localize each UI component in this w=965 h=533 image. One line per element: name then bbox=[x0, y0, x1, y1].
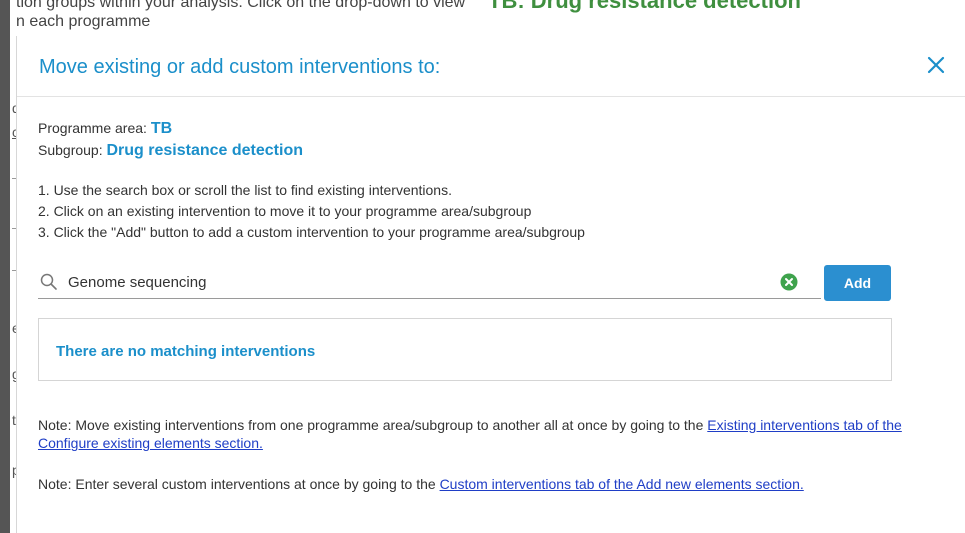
instruction-step-3: 3. Click the "Add" button to add a custo… bbox=[38, 224, 585, 240]
no-results-message: There are no matching interventions bbox=[56, 343, 316, 360]
subgroup-row: Subgroup: Drug resistance detection bbox=[38, 142, 303, 160]
modal-header: Move existing or add custom intervention… bbox=[17, 36, 965, 97]
programme-area-row: Programme area: TB bbox=[38, 120, 172, 138]
programme-area-label: Programme area: bbox=[38, 120, 147, 136]
note-custom: Note: Enter several custom interventions… bbox=[38, 475, 908, 493]
close-icon bbox=[927, 56, 945, 74]
note-existing-text: Note: Move existing interventions from o… bbox=[38, 417, 708, 433]
note-existing: Note: Move existing interventions from o… bbox=[38, 416, 908, 452]
modal-title: Move existing or add custom intervention… bbox=[39, 56, 441, 78]
background-text-line1: tion groups within your analysis. Click … bbox=[16, 0, 466, 11]
background-left-bar bbox=[0, 0, 10, 533]
interventions-list: There are no matching interventions bbox=[38, 318, 892, 381]
instruction-step-2: 2. Click on an existing intervention to … bbox=[38, 203, 532, 219]
intervention-modal: Move existing or add custom intervention… bbox=[16, 36, 965, 533]
background-top-text: tion groups within your analysis. Click … bbox=[16, 0, 956, 36]
search-bar bbox=[38, 266, 821, 299]
background-text-line2: n each programme bbox=[16, 13, 151, 30]
subgroup-value: Drug resistance detection bbox=[106, 142, 304, 159]
subgroup-label: Subgroup: bbox=[38, 142, 103, 158]
search-icon bbox=[40, 273, 57, 290]
note-custom-text: Note: Enter several custom interventions… bbox=[38, 476, 440, 492]
custom-interventions-link[interactable]: Custom interventions tab of the Add new … bbox=[440, 476, 804, 492]
close-button[interactable] bbox=[921, 50, 951, 80]
programme-area-value: TB bbox=[150, 120, 173, 137]
instruction-step-1: 1. Use the search box or scroll the list… bbox=[38, 182, 452, 198]
clear-search-icon[interactable] bbox=[780, 273, 798, 291]
search-input[interactable] bbox=[68, 270, 768, 294]
background-heading: TB: Drug resistance detection bbox=[488, 0, 801, 13]
add-button[interactable]: Add bbox=[824, 265, 891, 301]
